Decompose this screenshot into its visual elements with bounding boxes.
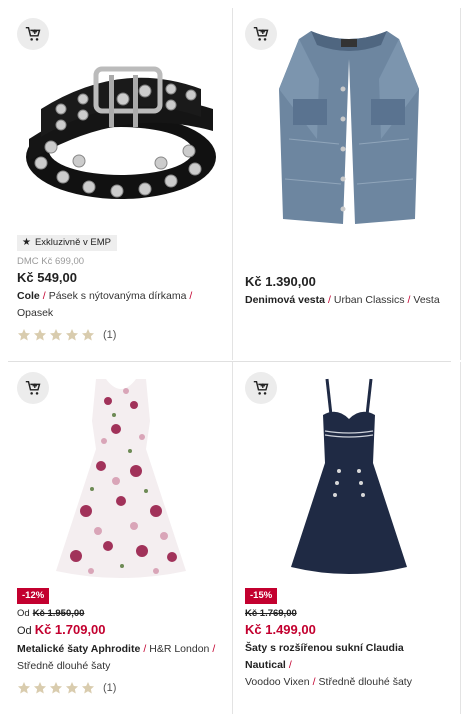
add-to-cart-button[interactable] [245,372,277,404]
product-title[interactable]: Denimová vesta / Urban Classics / Vesta [245,292,454,309]
recommended-price: DMC Kč 699,00 [17,256,85,267]
product-card-belt[interactable]: ★ Exkluzivně v EMP DMC Kč 699,00 Kč 549,… [8,8,233,360]
product-grid: ★ Exkluzivně v EMP DMC Kč 699,00 Kč 549,… [0,0,467,720]
old-price: Kč 1.769,00 [245,608,297,619]
product-card-floral-dress[interactable]: -12% Od Kč 1.950,00 Od Kč 1.709,00 Metalic… [8,362,233,714]
product-card-vest[interactable]: Kč 1.390,00 Denimová vesta / Urban Classic… [236,8,461,360]
product-title[interactable]: Metalické šaty Aphrodite / H&R London / Stře… [17,641,226,675]
star-icon [33,682,47,694]
product-title[interactable]: Šaty s rozšířenou sukní Claudia Nautical… [245,640,454,691]
star-icon [17,329,31,341]
discount-badge: -12% [17,588,50,604]
rating-count: (1) [103,329,117,341]
star-icon [65,682,79,694]
price: Kč 549,00 [17,270,77,285]
price: Kč 1.499,00 [245,622,316,637]
star-icon [81,682,95,694]
add-to-cart-button[interactable] [17,372,49,404]
old-price: Od Kč 1.950,00 [17,608,85,619]
star-icon [81,329,95,341]
row-divider [8,361,451,362]
exclusive-badge: ★ Exkluzivně v EMP [17,235,117,251]
cart-icon [253,26,269,41]
rating-stars [17,681,95,695]
product-info: ★ Exkluzivně v EMP DMC Kč 699,00 Kč 549,… [17,234,226,343]
rating: (1) [17,327,226,343]
price: Kč 1.390,00 [245,274,316,289]
price: Od Kč 1.709,00 [17,622,106,637]
discount-badge: -15% [245,588,278,604]
star-icon [33,329,47,341]
rating-stars [17,328,95,342]
star-icon [49,682,63,694]
star-icon [49,329,63,341]
rating-count: (1) [103,682,117,694]
cart-icon [25,26,41,41]
product-info: -12% Od Kč 1.950,00 Od Kč 1.709,00 Metalic… [17,587,226,696]
product-card-navy-dress[interactable]: -15% Kč 1.769,00 Kč 1.499,00 Šaty s rozš… [236,362,461,714]
product-info: Kč 1.390,00 Denimová vesta / Urban Classic… [245,272,454,309]
cart-icon [25,380,41,395]
product-info: -15% Kč 1.769,00 Kč 1.499,00 Šaty s rozš… [245,587,454,691]
star-icon [65,329,79,341]
product-title[interactable]: Cole / Pásek s nýtovanýma dírkama / Opasek [17,288,226,322]
add-to-cart-button[interactable] [245,18,277,50]
rating: (1) [17,680,226,696]
cart-icon [253,380,269,395]
star-icon: ★ [22,237,31,248]
star-icon [17,682,31,694]
add-to-cart-button[interactable] [17,18,49,50]
